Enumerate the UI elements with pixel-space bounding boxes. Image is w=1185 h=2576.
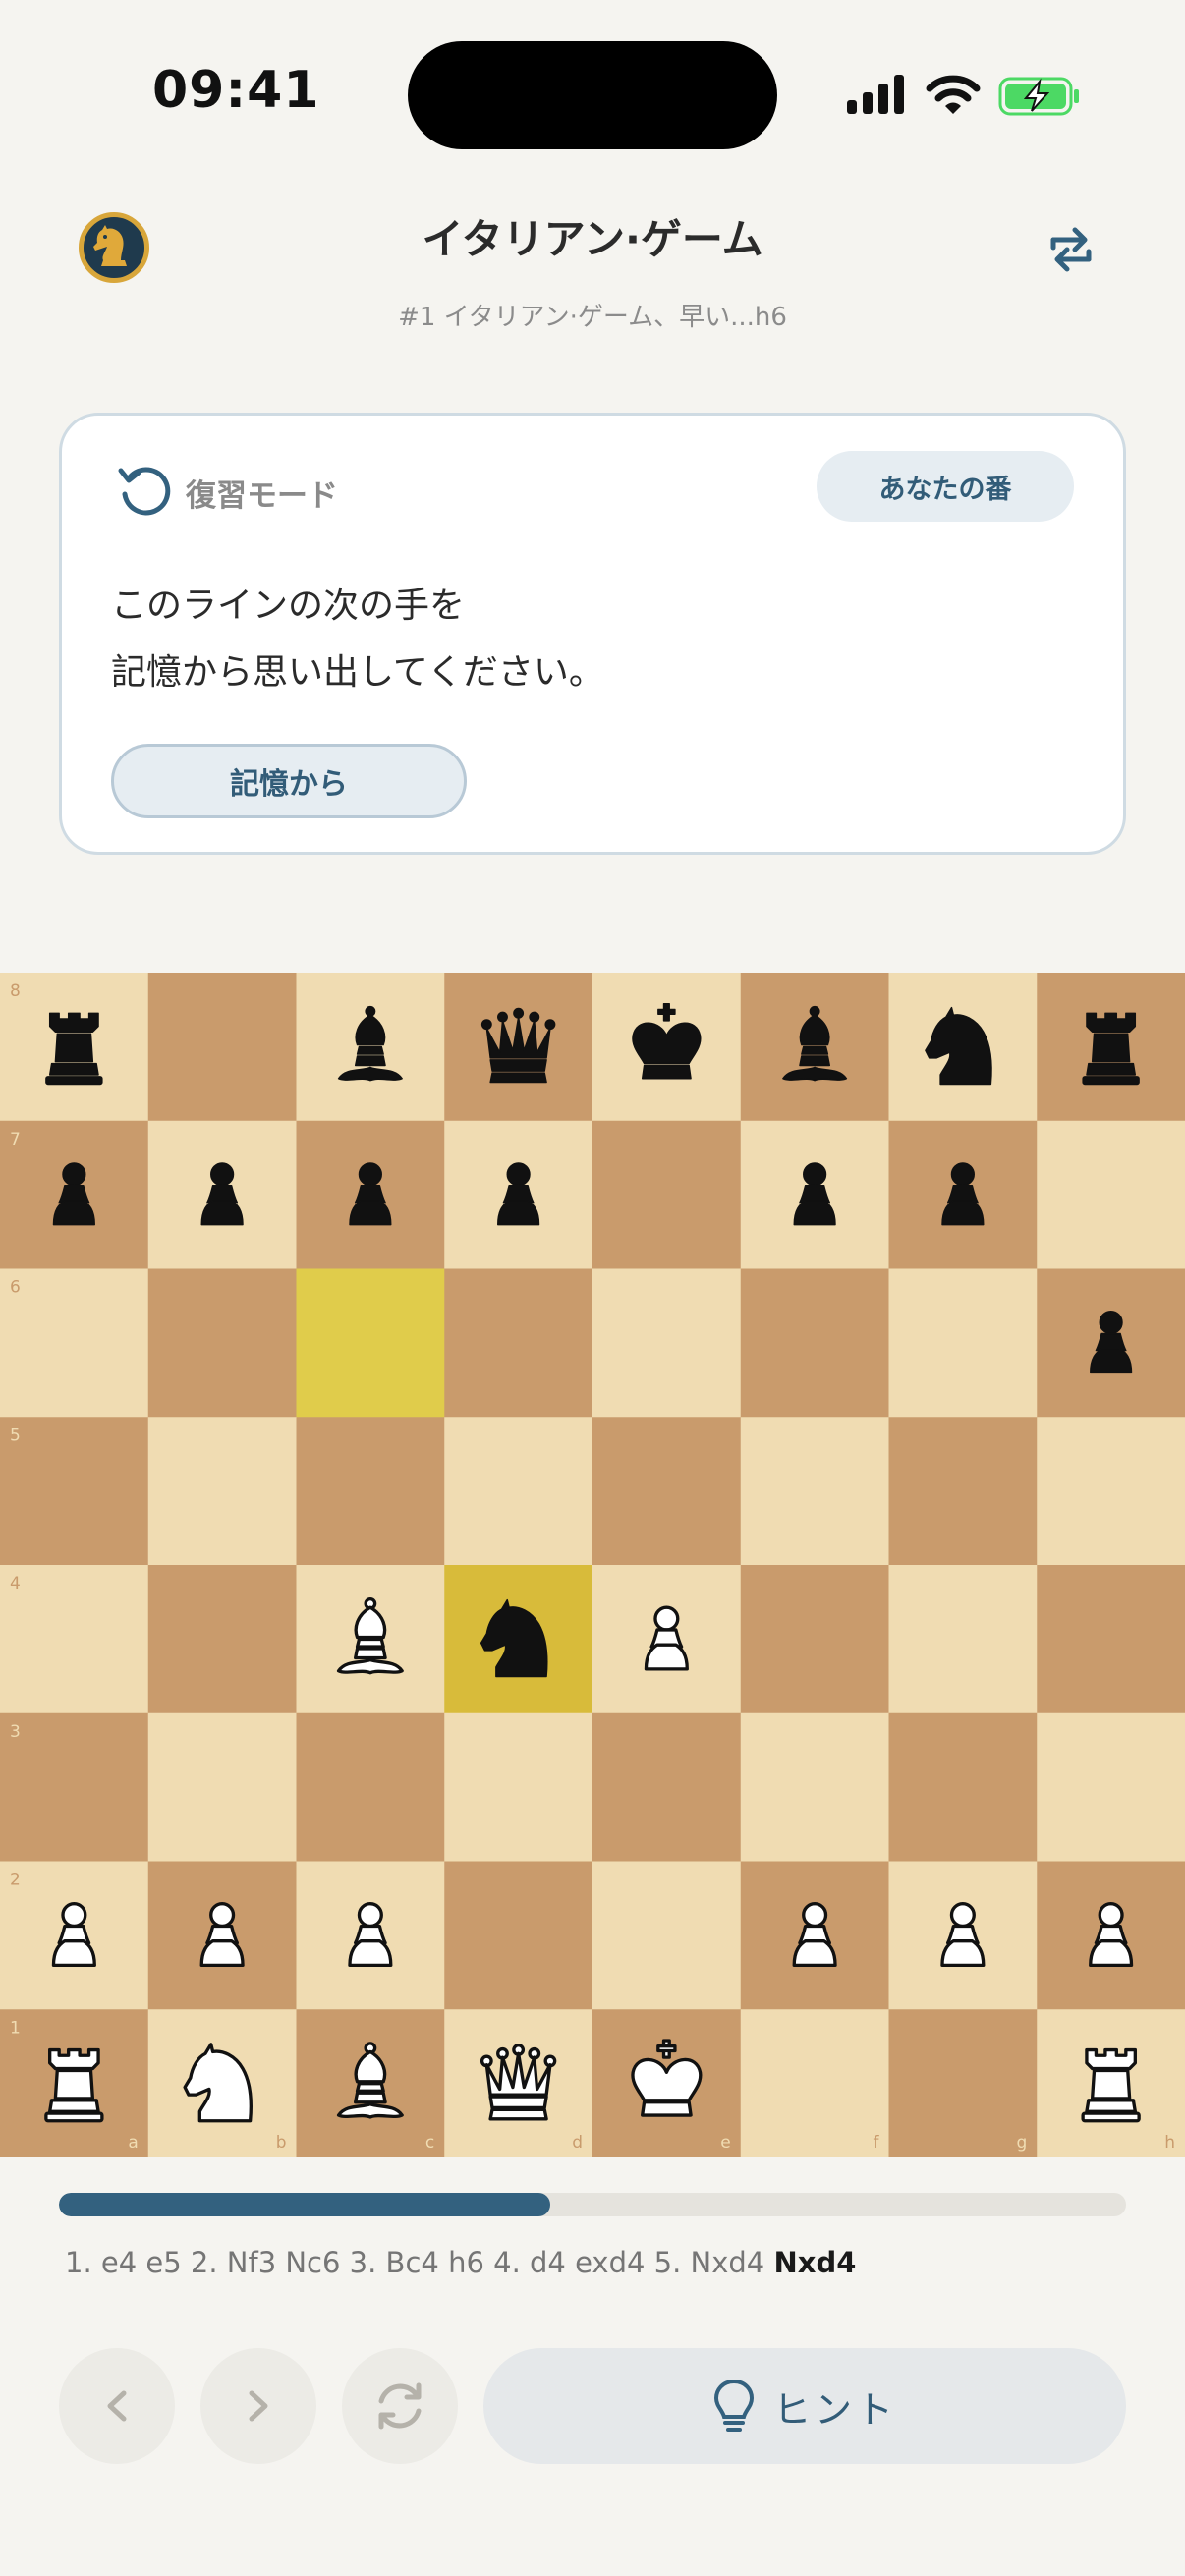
knight-logo-icon <box>79 212 149 283</box>
current-move: Nxd4 <box>773 2246 857 2279</box>
square-a5[interactable] <box>0 1417 149 1566</box>
refresh-icon <box>378 2382 422 2430</box>
reset-button[interactable] <box>342 2348 458 2464</box>
square-f4[interactable] <box>740 1565 889 1714</box>
flip-board-icon <box>1050 227 1092 272</box>
battery-charging-icon <box>998 77 1079 116</box>
square-c6[interactable] <box>296 1268 445 1418</box>
next-move-button[interactable] <box>200 2348 316 2464</box>
square-h7[interactable] <box>1037 1120 1185 1269</box>
square-b3[interactable] <box>147 1712 297 1862</box>
status-icons <box>847 69 1083 124</box>
prompt-line-1: このラインの次の手を <box>111 586 466 626</box>
square-h4[interactable] <box>1037 1565 1185 1714</box>
page-subtitle: #1 イタリアン·ゲーム、早い...h6 <box>398 303 787 332</box>
square-a3[interactable] <box>0 1712 149 1862</box>
square-e6[interactable] <box>592 1268 742 1418</box>
file-label: g <box>1016 2133 1027 2153</box>
square-f5[interactable] <box>740 1417 889 1566</box>
hint-button[interactable]: ヒント <box>483 2348 1126 2464</box>
dynamic-island <box>408 41 777 149</box>
square-c5[interactable] <box>296 1417 445 1566</box>
square-g1[interactable] <box>888 2009 1038 2157</box>
file-label: b <box>276 2133 287 2153</box>
cellular-signal-icon <box>847 75 904 114</box>
rank-label: 5 <box>10 1426 21 1445</box>
chevron-right-icon <box>249 2390 268 2422</box>
square-d5[interactable] <box>444 1417 593 1566</box>
square-g4[interactable] <box>888 1565 1038 1714</box>
page-title: イタリアン·ゲーム <box>422 215 763 263</box>
square-b6[interactable] <box>147 1268 297 1418</box>
flip-board-button[interactable] <box>1040 218 1102 281</box>
square-e2[interactable] <box>592 1861 742 2010</box>
status-bar: 09:41 <box>0 0 1185 187</box>
square-h3[interactable] <box>1037 1712 1185 1862</box>
square-f6[interactable] <box>740 1268 889 1418</box>
progress-bar <box>59 2193 1126 2216</box>
turn-badge: あなたの番 <box>817 451 1074 522</box>
square-e7[interactable] <box>592 1120 742 1269</box>
rank-label: 1 <box>10 2018 21 2038</box>
hint-label: ヒント <box>772 2387 897 2432</box>
previous-move-button[interactable] <box>59 2348 175 2464</box>
square-c3[interactable] <box>296 1712 445 1862</box>
progress-fill <box>59 2193 550 2216</box>
file-label: d <box>572 2133 583 2153</box>
rank-label: 8 <box>10 981 21 1001</box>
lightbulb-icon <box>713 2379 754 2432</box>
review-mode-label: 復習モード <box>186 478 338 514</box>
recall-prompt: このラインの次の手を 記憶から思い出してください。 <box>111 573 1074 706</box>
square-b5[interactable] <box>147 1417 297 1566</box>
file-label: c <box>425 2133 434 2153</box>
status-time: 09:41 <box>152 61 320 120</box>
square-d2[interactable] <box>444 1861 593 2010</box>
square-g6[interactable] <box>888 1268 1038 1418</box>
square-g3[interactable] <box>888 1712 1038 1862</box>
rank-label: 2 <box>10 1871 21 1890</box>
square-a6[interactable] <box>0 1268 149 1418</box>
rank-label: 7 <box>10 1130 21 1149</box>
prompt-line-2: 記憶から思い出してください。 <box>111 652 604 693</box>
file-label: a <box>128 2133 138 2153</box>
square-b8[interactable] <box>147 973 297 1122</box>
square-g5[interactable] <box>888 1417 1038 1566</box>
played-moves: 1. e4 e5 2. Nf3 Nc6 3. Bc4 h6 4. d4 exd4… <box>65 2246 765 2279</box>
undo-circle-icon <box>118 467 171 516</box>
square-e5[interactable] <box>592 1417 742 1566</box>
square-h5[interactable] <box>1037 1417 1185 1566</box>
rank-label: 6 <box>10 1278 21 1298</box>
square-f3[interactable] <box>740 1712 889 1862</box>
square-f1[interactable] <box>740 2009 889 2157</box>
square-a4[interactable] <box>0 1565 149 1714</box>
square-d3[interactable] <box>444 1712 593 1862</box>
file-label: e <box>720 2133 730 2153</box>
square-e3[interactable] <box>592 1712 742 1862</box>
move-list: 1. e4 e5 2. Nf3 Nc6 3. Bc4 h6 4. d4 exd4… <box>65 2246 856 2279</box>
file-label: f <box>874 2133 880 2153</box>
rank-label: 4 <box>10 1574 21 1594</box>
from-memory-button[interactable]: 記憶から <box>111 744 467 818</box>
rank-label: 3 <box>10 1722 21 1742</box>
square-d6[interactable] <box>444 1268 593 1418</box>
wifi-icon <box>926 75 981 114</box>
file-label: h <box>1164 2133 1175 2153</box>
review-card: 復習モード あなたの番 このラインの次の手を 記憶から思い出してください。 記憶… <box>59 413 1126 855</box>
square-b4[interactable] <box>147 1565 297 1714</box>
chess-board[interactable]: 8 7 6 5 4 3 2 1 a b c d e f g h <box>0 973 1185 2157</box>
chevron-left-icon <box>107 2390 127 2422</box>
